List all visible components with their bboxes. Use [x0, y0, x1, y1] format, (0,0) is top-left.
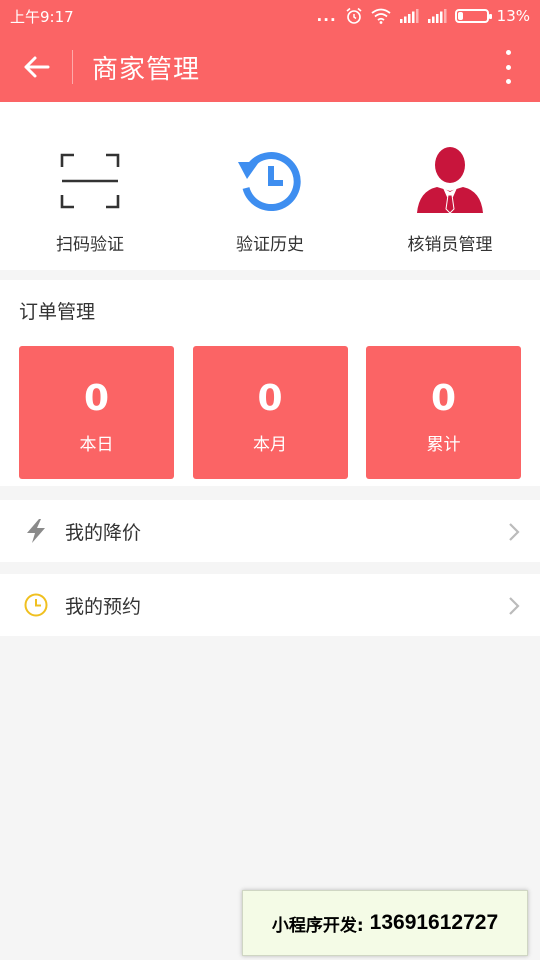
- signal-icon-2: [427, 9, 447, 23]
- more-dot-icon: [505, 50, 511, 55]
- menu-label: 我的预约: [65, 595, 142, 618]
- menu-item-price-drops[interactable]: 我的降价: [0, 500, 540, 562]
- more-dot-icon: [505, 64, 511, 70]
- app-bar-divider: [72, 50, 73, 84]
- wifi-icon: [371, 8, 391, 24]
- scan-verify-button[interactable]: 扫码验证: [0, 146, 180, 255]
- staff-person-icon: [415, 146, 485, 216]
- app-bar: 商家管理: [0, 32, 540, 102]
- watermark-label: 小程序开发:: [271, 915, 364, 936]
- arrow-left-icon: [24, 56, 50, 78]
- more-options-button[interactable]: [498, 50, 518, 84]
- quick-actions-panel: 扫码验证 验证历史 核销员管理: [0, 102, 540, 270]
- stat-label: 累计: [426, 435, 461, 455]
- menu-label: 我的降价: [65, 521, 142, 544]
- stat-value: 0: [83, 378, 110, 419]
- battery-percent: 13%: [496, 7, 530, 25]
- more-dot-icon: [505, 79, 511, 84]
- stat-value: 0: [430, 378, 457, 419]
- verify-history-label: 验证历史: [236, 235, 304, 255]
- signal-icon-1: [399, 9, 419, 23]
- stat-label: 本月: [253, 435, 287, 455]
- clock-icon: [22, 591, 50, 619]
- status-time: 上午9:17: [10, 7, 74, 26]
- alarm-icon: [346, 7, 362, 24]
- contact-watermark: 小程序开发: 13691612727: [242, 890, 528, 956]
- page-title: 商家管理: [92, 54, 201, 85]
- order-management-section: 订单管理 0 本日 0 本月 0 累计: [0, 280, 540, 486]
- history-clock-icon: [235, 146, 305, 216]
- stat-card-month[interactable]: 0 本月: [192, 346, 348, 479]
- stat-value: 0: [257, 378, 283, 419]
- chevron-right-icon: [509, 597, 520, 615]
- stat-card-today[interactable]: 0 本日: [19, 346, 174, 479]
- lightning-icon: [22, 517, 50, 545]
- status-indicators: ... 13%: [317, 7, 530, 25]
- verify-history-button[interactable]: 验证历史: [180, 146, 360, 255]
- stat-card-total[interactable]: 0 累计: [366, 346, 521, 479]
- staff-management-label: 核销员管理: [407, 235, 493, 255]
- menu-item-reservations[interactable]: 我的预约: [0, 574, 540, 636]
- watermark-phone: 13691612727: [369, 911, 499, 934]
- staff-management-button[interactable]: 核销员管理: [360, 146, 540, 255]
- order-stats: 0 本日 0 本月 0 累计: [19, 346, 521, 479]
- stat-label: 本日: [79, 435, 114, 455]
- chevron-right-icon: [509, 523, 520, 541]
- status-bar: 上午9:17 ... 13%: [0, 0, 540, 32]
- section-title: 订单管理: [19, 301, 96, 323]
- back-button[interactable]: [0, 32, 72, 102]
- scan-verify-label: 扫码验证: [56, 235, 124, 255]
- notification-dots: ...: [316, 7, 337, 25]
- scan-frame-icon: [55, 146, 125, 216]
- battery-icon: [454, 9, 492, 23]
